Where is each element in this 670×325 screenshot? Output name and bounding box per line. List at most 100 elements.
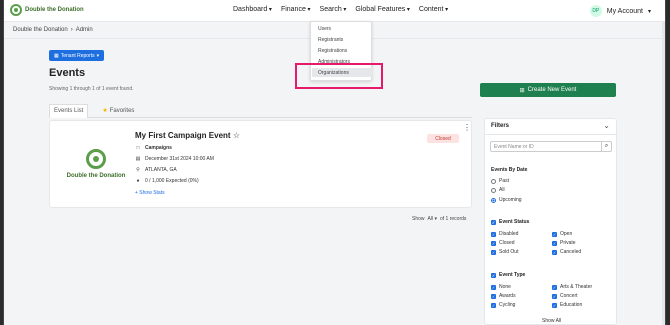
- checkbox: ✓: [552, 302, 557, 308]
- event-type-heading[interactable]: ✓ Event Type: [491, 272, 525, 278]
- option-label: Past: [499, 178, 510, 184]
- calendar-icon: ▤: [135, 156, 141, 162]
- option-label: Cycling: [499, 302, 516, 308]
- breadcrumb-item[interactable]: Admin: [76, 27, 93, 33]
- section-label: Event Type: [499, 272, 526, 278]
- page-title: Events: [49, 67, 86, 79]
- event-expected: 0 / 1,000 Expected (0%): [145, 178, 199, 184]
- checkbox-cycling[interactable]: ✓ Cycling: [491, 302, 515, 308]
- tab-events-list[interactable]: Events List: [49, 103, 89, 118]
- logo[interactable]: Double the Donation: [10, 4, 84, 16]
- nav-search[interactable]: Search: [320, 6, 347, 13]
- show-all-link[interactable]: Show All: [542, 318, 561, 324]
- page-size-value: All: [427, 216, 434, 222]
- event-location: ATLANTA, GA: [145, 167, 177, 173]
- nav-finance[interactable]: Finance: [281, 6, 311, 13]
- radio-upcoming[interactable]: Upcoming: [491, 197, 522, 203]
- bar-chart-icon: ▦: [54, 52, 59, 59]
- section-label: Event Status: [499, 219, 530, 225]
- tab-favorites[interactable]: ★ Favorites: [98, 104, 138, 118]
- checkbox-concert[interactable]: ✓ Concert: [552, 293, 578, 299]
- option-label: Canceled: [560, 249, 582, 255]
- checkbox-canceled[interactable]: ✓ Canceled: [552, 249, 581, 255]
- option-label: Private: [560, 240, 576, 246]
- create-new-event-label: Create New Event: [527, 87, 577, 93]
- account-menu[interactable]: DP My Account ▾: [589, 5, 651, 17]
- checkbox-arts-theater[interactable]: ✓ Arts & Theater: [552, 284, 592, 290]
- filters-title: Filters: [491, 123, 510, 129]
- checkbox: ✓: [552, 284, 557, 290]
- checkbox-closed[interactable]: ✓ Closed: [491, 240, 515, 246]
- chevron-down-icon: ▾: [96, 52, 100, 59]
- star-icon: ★: [102, 108, 108, 114]
- option-label: Closed: [499, 240, 515, 246]
- menu-item-registrations[interactable]: Registrations: [318, 48, 347, 54]
- nav-dashboard[interactable]: Dashboard: [233, 6, 272, 13]
- chevron-down-icon: ▾: [647, 8, 651, 15]
- status-badge: Closed: [427, 134, 459, 143]
- search-icon[interactable]: ⌕: [601, 142, 611, 151]
- create-new-event-button[interactable]: ⊞ Create New Event: [480, 83, 616, 97]
- annotation-highlight-box: [295, 63, 383, 89]
- event-status-heading[interactable]: ✓ Event Status: [491, 219, 529, 225]
- radio-all[interactable]: All: [491, 187, 505, 193]
- scrollbar[interactable]: [662, 22, 665, 325]
- square-icon: □: [136, 145, 140, 151]
- checkbox-open[interactable]: ✓ Open: [552, 231, 572, 237]
- top-navbar: Double the Donation Dashboard Finance Se…: [4, 0, 665, 22]
- event-search-input[interactable]: Event Name or ID ⌕: [490, 141, 612, 152]
- checkbox: ✓: [552, 293, 557, 299]
- more-vertical-icon[interactable]: ⋮: [463, 123, 471, 132]
- menu-item-registrants[interactable]: Registrants: [318, 37, 343, 43]
- checkbox-awards[interactable]: ✓ Awards: [491, 293, 516, 299]
- records-count: of 1 records: [439, 216, 467, 222]
- tenant-reports-button[interactable]: ▦ Tenant Reports ▾: [49, 50, 105, 61]
- show-label: Show: [412, 216, 425, 222]
- radio-circle: [491, 178, 496, 184]
- radio-circle: [491, 197, 496, 203]
- event-type-row: □ Campaigns: [135, 145, 171, 151]
- nav-global-features[interactable]: Global Features: [355, 6, 410, 13]
- checkbox: ✓: [491, 293, 496, 299]
- event-date-row: ▤ December 31st 2024 10:00 AM: [135, 156, 214, 162]
- chevron-down-icon[interactable]: ⌄: [603, 121, 610, 130]
- tab-bar: Events List ★ Favorites: [49, 103, 472, 118]
- checkbox-sold-out[interactable]: ✓ Sold Out: [491, 249, 518, 255]
- option-label: Upcoming: [499, 197, 522, 203]
- divider: [485, 134, 616, 135]
- nav-content[interactable]: Content: [419, 6, 448, 13]
- tab-label: Events List: [54, 108, 84, 114]
- tab-label: Favorites: [109, 107, 135, 114]
- option-label: Disabled: [499, 231, 519, 237]
- checkbox: ✓: [552, 240, 557, 246]
- star-outline-icon[interactable]: ☆: [233, 131, 240, 140]
- logo-icon: [10, 4, 22, 16]
- checkbox-disabled[interactable]: ✓ Disabled: [491, 231, 518, 237]
- logo-icon: [86, 149, 106, 169]
- option-label: All: [499, 187, 505, 193]
- checkbox-none[interactable]: ✓ None: [491, 284, 511, 290]
- search-placeholder: Event Name or ID: [494, 143, 534, 150]
- user-icon: ●: [136, 178, 140, 184]
- option-label: Arts & Theater: [560, 284, 593, 290]
- radio-past[interactable]: Past: [491, 178, 509, 184]
- event-title[interactable]: My First Campaign Event ☆: [135, 131, 240, 140]
- nav-menu: Dashboard Finance Search Global Features…: [233, 6, 448, 13]
- option-label: Concert: [560, 293, 578, 299]
- checkbox-private[interactable]: ✓ Private: [552, 240, 576, 246]
- checkbox: ✓: [491, 249, 496, 255]
- results-count: Showing 1 through 1 of 1 event found.: [49, 86, 134, 92]
- checkbox: ✓: [491, 284, 496, 290]
- page-size-select[interactable]: All ▾: [428, 216, 437, 222]
- checkbox-education[interactable]: ✓ Education: [552, 302, 582, 308]
- logo-text: Double the Donation: [25, 7, 84, 13]
- checkbox: ✓: [491, 240, 496, 246]
- show-stats-link[interactable]: + Show Stats: [135, 190, 165, 196]
- app-window: Double the Donation Dashboard Finance Se…: [3, 0, 666, 325]
- breadcrumb-item[interactable]: Double the Donation: [13, 27, 68, 33]
- event-card[interactable]: Double the Donation My First Campaign Ev…: [49, 120, 472, 208]
- event-logo: Double the Donation: [64, 145, 128, 185]
- checkbox: ✓: [491, 231, 496, 237]
- plus-square-icon: ⊞: [519, 87, 525, 94]
- menu-item-users[interactable]: Users: [318, 26, 331, 32]
